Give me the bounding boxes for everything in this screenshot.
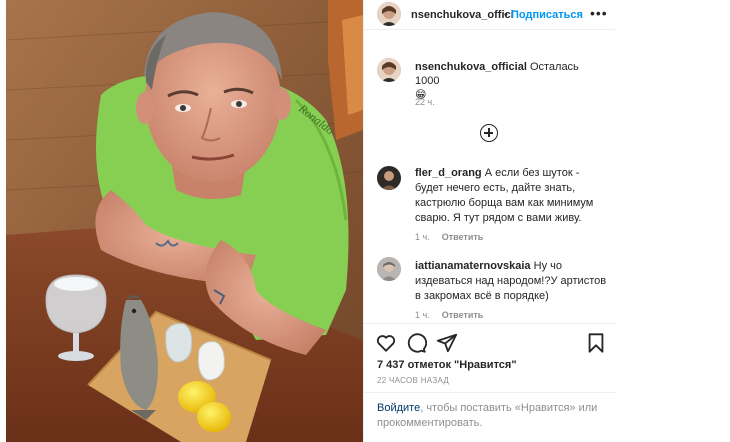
- comment: fler_d_orang А если без шуток - будет не…: [415, 166, 607, 226]
- comment-username[interactable]: fler_d_orang: [415, 167, 482, 179]
- photo-image: Ronaldo: [6, 0, 363, 442]
- caption-avatar[interactable]: [377, 58, 401, 82]
- comment-meta: 1 ч. Ответить: [415, 232, 483, 242]
- follow-button[interactable]: Подписаться: [511, 9, 583, 21]
- comment-username[interactable]: iattianamaternovskaia: [415, 260, 531, 272]
- heart-icon[interactable]: [375, 332, 397, 354]
- caption: nsenchukova_official Осталась 1000 😁: [415, 60, 605, 102]
- bookmark-icon[interactable]: [585, 332, 607, 354]
- comment-time[interactable]: 1 ч.: [415, 232, 430, 242]
- caption-time[interactable]: 22 ч.: [415, 97, 435, 107]
- caption-avatar-image: [377, 58, 401, 82]
- post-timestamp[interactable]: 22 ЧАСОВ НАЗАД: [377, 376, 449, 385]
- reply-button[interactable]: Ответить: [442, 310, 484, 320]
- author-avatar[interactable]: [377, 2, 401, 26]
- caption-username[interactable]: nsenchukova_official: [415, 61, 527, 73]
- post-sidebar: nsenchukova_offici • Подписаться ••• nse…: [363, 0, 615, 442]
- login-prompt: Войдите, чтобы поставить «Нравится» или …: [364, 392, 615, 442]
- comment-avatar[interactable]: [377, 166, 401, 190]
- post-header: nsenchukova_offici • Подписаться •••: [364, 0, 615, 30]
- comment-avatar-image: [377, 166, 401, 190]
- likes-count[interactable]: 7 437 отметок "Нравится": [377, 359, 517, 371]
- share-icon[interactable]: [436, 332, 458, 354]
- comment: iattianamaternovskaia Ну чо издеваться н…: [415, 259, 607, 304]
- reply-button[interactable]: Ответить: [442, 232, 484, 242]
- plus-circle-icon[interactable]: [480, 124, 498, 142]
- author-avatar-image: [377, 2, 401, 26]
- post-photo[interactable]: Ronaldo: [6, 0, 363, 442]
- comment-meta: 1 ч. Ответить: [415, 310, 483, 320]
- comment-avatar-image: [377, 257, 401, 281]
- author-username[interactable]: nsenchukova_offici: [411, 9, 514, 21]
- comment-avatar[interactable]: [377, 257, 401, 281]
- more-horizontal-icon[interactable]: •••: [590, 5, 608, 21]
- comment-icon[interactable]: [405, 332, 427, 354]
- post-actions: 7 437 отметок "Нравится": [364, 323, 615, 373]
- comment-time[interactable]: 1 ч.: [415, 310, 430, 320]
- header-separator: •: [504, 9, 508, 21]
- login-link[interactable]: Войдите: [377, 402, 420, 414]
